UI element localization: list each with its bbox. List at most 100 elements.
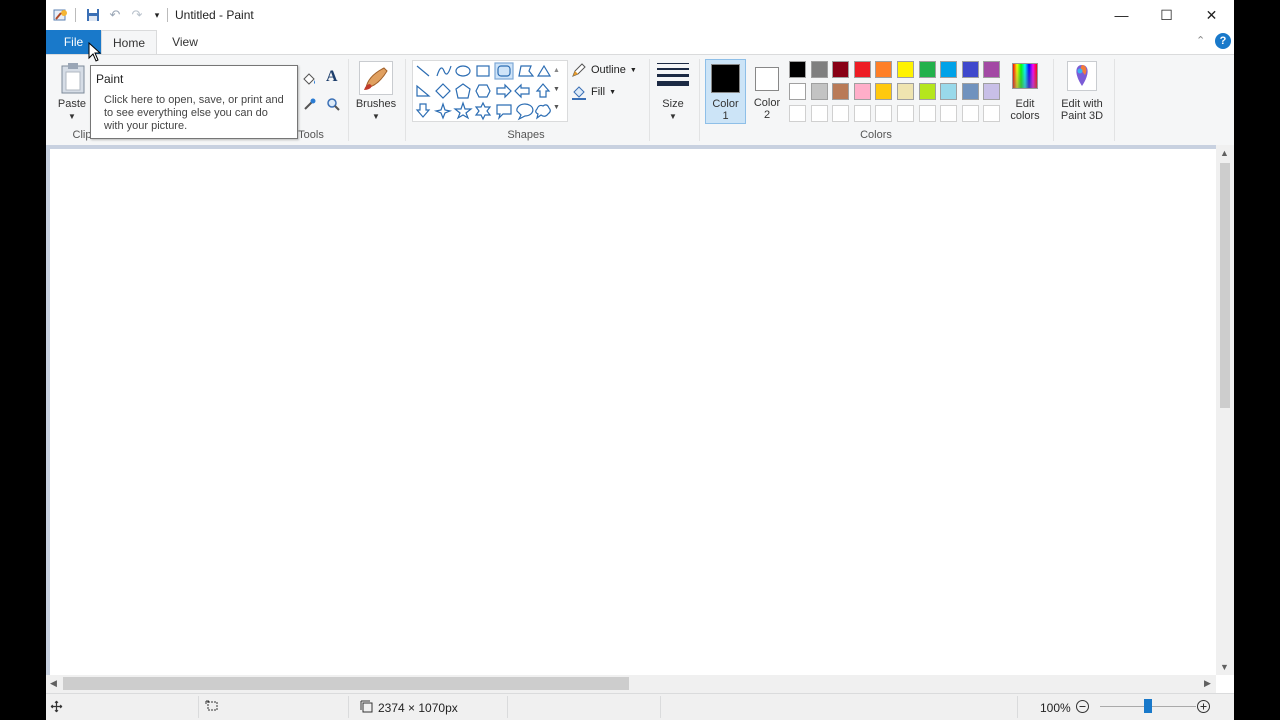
fill-button[interactable]: Fill ▼: [571, 84, 616, 100]
six-point-star-shape-icon: [474, 101, 492, 121]
edit-colors-icon[interactable]: [1012, 63, 1038, 89]
paint3d-label-line1[interactable]: Edit with: [1054, 98, 1110, 110]
tools-group-label: Tools: [298, 129, 324, 141]
palette-swatch[interactable]: [897, 61, 914, 78]
edit-colors-label-line1[interactable]: Edit: [1002, 98, 1048, 110]
tooltip-body: Click here to open, save, or print and t…: [104, 94, 284, 132]
fill-bucket-icon[interactable]: [301, 71, 317, 90]
zoom-slider-thumb[interactable]: [1144, 699, 1152, 713]
color2-swatch: [755, 67, 779, 91]
palette-swatch[interactable]: [918, 83, 936, 100]
palette-swatch[interactable]: [940, 61, 958, 78]
custom-color-slot[interactable]: [918, 105, 936, 122]
help-icon[interactable]: ?: [1215, 33, 1231, 49]
paste-icon[interactable]: [60, 62, 86, 97]
line-shape-icon: [416, 65, 430, 77]
paint-window: ↶ ↷ ▾ Untitled - Paint — ☐ ✕ File Home V…: [46, 0, 1234, 720]
shapes-expand-icon[interactable]: ▼: [553, 104, 560, 111]
palette-swatch[interactable]: [875, 83, 893, 100]
custom-color-slot[interactable]: [832, 105, 850, 122]
diamond-shape-icon: [435, 83, 451, 99]
close-button[interactable]: ✕: [1189, 0, 1234, 30]
tab-home[interactable]: Home: [101, 30, 157, 54]
maximize-button[interactable]: ☐: [1144, 0, 1189, 30]
palette-swatch[interactable]: [875, 61, 893, 78]
palette-swatch[interactable]: [810, 83, 828, 100]
scroll-up-icon[interactable]: ▲: [1220, 148, 1229, 158]
color2-button[interactable]: Color 2: [747, 59, 787, 124]
palette-swatch[interactable]: [961, 61, 979, 78]
zoom-slider-track[interactable]: [1100, 699, 1196, 713]
paste-dropdown-icon[interactable]: ▼: [66, 111, 78, 123]
custom-color-slot[interactable]: [961, 105, 979, 122]
color-picker-icon[interactable]: [303, 97, 317, 114]
brushes-icon[interactable]: [359, 61, 393, 95]
vertical-scroll-thumb[interactable]: [1220, 163, 1230, 408]
custom-color-slot[interactable]: [940, 105, 958, 122]
cursor-position-icon: [50, 700, 63, 716]
tab-view[interactable]: View: [162, 30, 208, 54]
brushes-button[interactable]: Brushes: [352, 98, 400, 110]
text-tool-icon[interactable]: A: [326, 68, 338, 86]
custom-color-slot[interactable]: [810, 105, 828, 122]
save-icon[interactable]: [85, 7, 101, 23]
size-button[interactable]: Size: [653, 98, 693, 110]
custom-color-slot[interactable]: [897, 105, 914, 122]
fill-label: Fill: [591, 86, 606, 98]
palette-swatch[interactable]: [789, 61, 806, 78]
horizontal-scroll-thumb[interactable]: [63, 677, 629, 690]
scroll-left-icon[interactable]: ◀: [50, 678, 57, 689]
outline-icon: [572, 63, 586, 77]
paint3d-label-line2[interactable]: Paint 3D: [1054, 110, 1110, 122]
size-icon[interactable]: [657, 63, 689, 86]
drawing-canvas[interactable]: [50, 149, 1216, 675]
custom-color-slot[interactable]: [853, 105, 871, 122]
palette-swatch[interactable]: [832, 83, 850, 100]
brushes-dropdown-icon[interactable]: ▼: [370, 111, 382, 123]
color1-swatch: [711, 64, 740, 93]
collapse-ribbon-icon[interactable]: ⌃: [1196, 34, 1205, 47]
undo-icon[interactable]: ↶: [107, 7, 123, 23]
vertical-scrollbar[interactable]: ▲ ▼: [1216, 145, 1234, 675]
palette-swatch[interactable]: [897, 83, 914, 100]
customize-quick-access-icon[interactable]: ▾: [149, 7, 165, 23]
shapes-scroll-down-icon[interactable]: ▼: [553, 86, 560, 93]
minimize-button[interactable]: —: [1099, 0, 1144, 30]
palette-swatch[interactable]: [918, 61, 936, 78]
zoom-out-icon[interactable]: [1075, 699, 1090, 717]
paint-app-icon[interactable]: [53, 7, 69, 23]
four-point-star-shape-icon: [433, 102, 453, 120]
magnifier-icon[interactable]: [326, 97, 340, 114]
size-dropdown-icon[interactable]: ▼: [667, 111, 679, 123]
palette-swatch[interactable]: [832, 61, 850, 78]
scroll-right-icon[interactable]: ▶: [1204, 678, 1211, 689]
clipboard-group-label: Clip: [72, 129, 92, 141]
palette-swatch[interactable]: [983, 61, 1001, 78]
paste-button[interactable]: Paste: [54, 98, 90, 110]
custom-color-slot[interactable]: [875, 105, 893, 122]
right-triangle-shape-icon: [416, 84, 431, 97]
shapes-scroll-up-icon[interactable]: ▲: [553, 67, 560, 74]
palette-swatch[interactable]: [961, 83, 979, 100]
outline-button[interactable]: Outline ▼: [571, 62, 637, 78]
left-arrow-shape-icon: [514, 83, 530, 99]
palette-swatch[interactable]: [853, 83, 871, 100]
edit-colors-label-line2[interactable]: colors: [1002, 110, 1048, 122]
fill-icon: [572, 86, 586, 100]
palette-swatch[interactable]: [789, 83, 806, 100]
custom-color-slot[interactable]: [983, 105, 1001, 122]
palette-swatch[interactable]: [983, 83, 1001, 100]
scroll-down-icon[interactable]: ▼: [1220, 662, 1229, 672]
horizontal-scrollbar[interactable]: ◀ ▶: [46, 675, 1216, 693]
oval-shape-icon: [455, 65, 471, 77]
redo-icon[interactable]: ↷: [129, 7, 145, 23]
color1-button[interactable]: Color 1: [705, 59, 746, 124]
down-arrow-shape-icon: [415, 103, 431, 118]
palette-swatch[interactable]: [853, 61, 871, 78]
palette-swatch[interactable]: [810, 61, 828, 78]
custom-color-slot[interactable]: [789, 105, 806, 122]
paint3d-icon[interactable]: [1067, 61, 1097, 91]
zoom-in-icon[interactable]: [1196, 699, 1211, 717]
palette-swatch[interactable]: [940, 83, 958, 100]
color2-label-line2: 2: [763, 109, 771, 121]
